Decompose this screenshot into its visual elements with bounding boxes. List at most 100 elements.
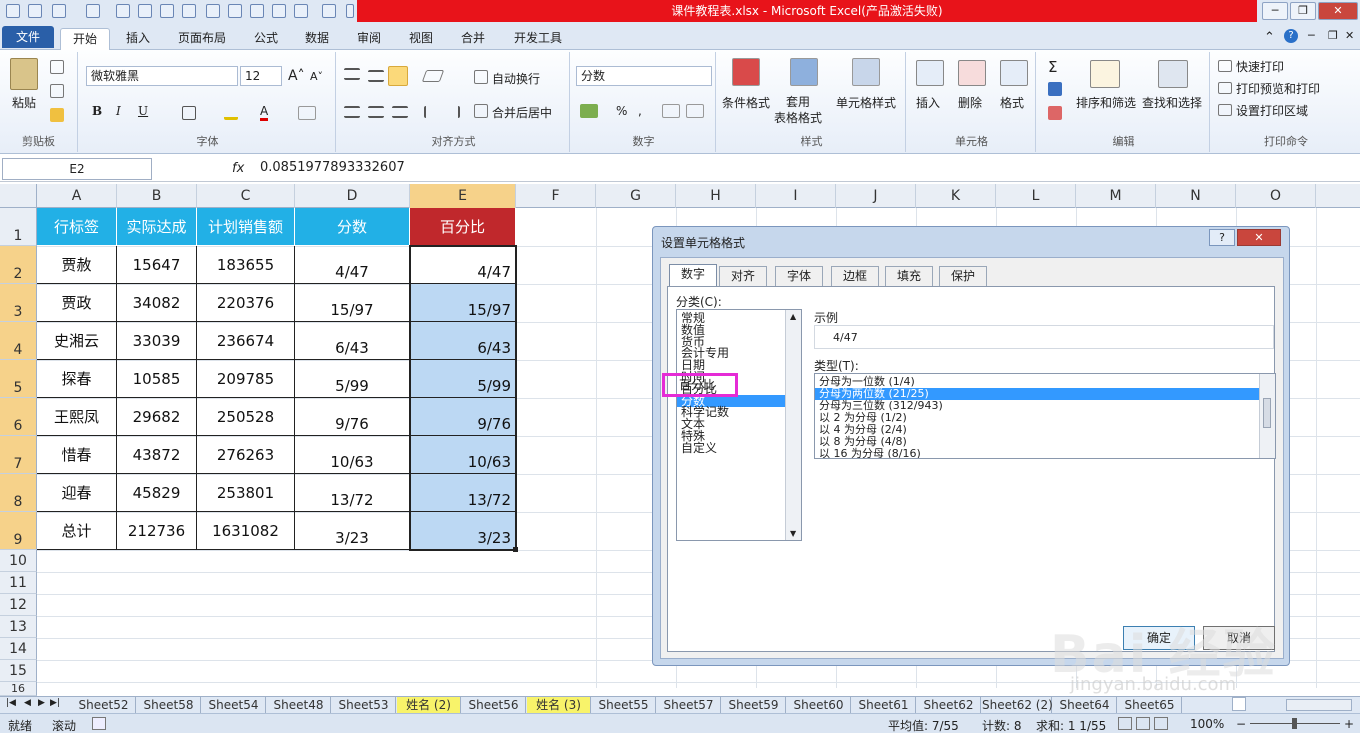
underline-button[interactable]: U — [138, 104, 148, 118]
category-item[interactable]: 自定义 — [681, 442, 717, 454]
first-sheet-icon[interactable]: |◀ — [6, 698, 16, 708]
zoom-level[interactable]: 100% — [1190, 717, 1224, 731]
zoom-thumb[interactable] — [1292, 718, 1297, 729]
table-cell[interactable]: 探春 — [37, 360, 117, 398]
col-header-b[interactable]: B — [117, 184, 197, 208]
maximize-button[interactable]: ❐ — [1290, 2, 1316, 20]
shrink-font-icon[interactable]: A˅ — [310, 70, 323, 83]
cell-styles-button[interactable]: 单元格样式 — [836, 94, 896, 111]
col-header-j[interactable]: J — [836, 184, 916, 208]
category-item[interactable]: 数值 — [681, 324, 705, 336]
sheet-tab[interactable]: Sheet48 — [267, 697, 331, 713]
header-cell-actual[interactable]: 实际达成 — [117, 208, 197, 246]
scroll-up-icon[interactable]: ▲ — [790, 312, 796, 321]
redo-icon[interactable] — [86, 4, 100, 18]
table-cell[interactable]: 6/43 — [295, 322, 410, 360]
table-cell[interactable]: 183655 — [197, 246, 295, 284]
category-list[interactable]: 常规 数值 货币 会计专用 日期 时间 百分比 分数 科学记数 文本 特殊 自定义 ▲ ▼ — [676, 309, 802, 541]
format-table-icon[interactable] — [790, 58, 818, 86]
tab-view[interactable]: 视图 — [401, 28, 441, 50]
paste-icon[interactable] — [10, 58, 38, 90]
table-cell[interactable]: 5/99 — [410, 360, 516, 398]
format-cells-icon[interactable] — [1000, 60, 1028, 86]
delete-cells-icon[interactable] — [958, 60, 986, 86]
row-header-11[interactable]: 11 — [0, 572, 37, 594]
macro-record-icon[interactable] — [92, 717, 106, 730]
table-cell[interactable]: 209785 — [197, 360, 295, 398]
autosum-icon[interactable]: Σ — [1048, 58, 1057, 76]
phonetic-icon[interactable] — [298, 106, 316, 120]
table-cell[interactable]: 212736 — [117, 512, 197, 550]
conditional-format-button[interactable]: 条件格式 — [722, 94, 770, 111]
grid-icon[interactable] — [322, 4, 336, 18]
paste-button[interactable]: 粘贴 — [12, 94, 36, 111]
table-icon[interactable] — [182, 4, 196, 18]
row-header-10[interactable]: 10 — [0, 550, 37, 572]
align-left-icon[interactable] — [344, 106, 360, 118]
table-cell[interactable]: 总计 — [37, 512, 117, 550]
table-cell[interactable]: 3/23 — [410, 512, 516, 550]
table-cell[interactable]: 10585 — [117, 360, 197, 398]
table-cell[interactable]: 253801 — [197, 474, 295, 512]
quick-print-icon[interactable] — [1218, 60, 1232, 72]
page-layout-icon[interactable] — [1136, 717, 1150, 730]
merge-icon[interactable] — [474, 104, 488, 118]
increase-decimal-icon[interactable] — [662, 104, 680, 118]
next-sheet-icon[interactable]: ▶ — [38, 698, 45, 708]
merge-center-button[interactable]: 合并后居中 — [492, 104, 552, 121]
decrease-indent-icon[interactable] — [424, 106, 438, 118]
dialog-tab-fill[interactable]: 填充 — [885, 266, 933, 286]
arrow-icon[interactable] — [250, 4, 264, 18]
prev-sheet-icon[interactable]: ◀ — [24, 698, 31, 708]
col-header-d[interactable]: D — [295, 184, 410, 208]
format-painter-icon[interactable] — [50, 108, 64, 122]
table-cell[interactable]: 贾赦 — [37, 246, 117, 284]
cell-styles-icon[interactable] — [852, 58, 880, 86]
col-header-n[interactable]: N — [1156, 184, 1236, 208]
help-icon[interactable]: ? — [1284, 29, 1298, 43]
row-header-5[interactable]: 5 — [0, 360, 37, 398]
wrap-text-button[interactable]: 自动换行 — [492, 70, 540, 87]
sheet-tab[interactable]: Sheet58 — [137, 697, 201, 713]
table-cell[interactable]: 3/23 — [295, 512, 410, 550]
last-sheet-icon[interactable]: ▶| — [50, 698, 60, 708]
sheet-tab[interactable]: Sheet56 — [462, 697, 526, 713]
sheet-tab[interactable]: 姓名 (2) — [397, 697, 461, 713]
sort-filter-button[interactable]: 排序和筛选 — [1076, 94, 1136, 111]
table-cell[interactable]: 10/63 — [410, 436, 516, 474]
type-list[interactable]: 分母为一位数 (1/4) 分母为两位数 (21/25) 分母为三位数 (312/94… — [814, 373, 1276, 459]
row-header-14[interactable]: 14 — [0, 638, 37, 660]
tab-file[interactable]: 文件 — [2, 26, 54, 48]
row-header-16[interactable]: 16 — [0, 682, 37, 696]
fill-icon[interactable] — [1048, 82, 1062, 96]
row-header-6[interactable]: 6 — [0, 398, 37, 436]
table-cell[interactable]: 1631082 — [197, 512, 295, 550]
dialog-help-button[interactable]: ? — [1209, 229, 1235, 246]
header-cell-plan[interactable]: 计划销售额 — [197, 208, 295, 246]
sort-filter-icon[interactable] — [1090, 60, 1120, 88]
type-scrollbar[interactable] — [1259, 374, 1275, 458]
border-icon[interactable] — [182, 106, 196, 120]
dialog-tab-alignment[interactable]: 对齐 — [719, 266, 767, 286]
wrap-text-icon[interactable] — [474, 70, 488, 84]
tab-data[interactable]: 数据 — [297, 28, 337, 50]
number-format-combo[interactable]: 分数 — [576, 66, 712, 86]
fill-handle[interactable] — [513, 547, 518, 552]
name-box[interactable]: E2 — [2, 158, 152, 180]
tab-merge[interactable]: 合并 — [453, 28, 493, 50]
align-right-icon[interactable] — [392, 106, 408, 118]
decrease-decimal-icon[interactable] — [686, 104, 704, 118]
row-header-2[interactable]: 2 — [0, 246, 37, 284]
category-item[interactable]: 百分比 — [681, 383, 717, 395]
sheet-tab[interactable]: Sheet62 — [917, 697, 981, 713]
formula-icon[interactable] — [206, 4, 220, 18]
dialog-tab-protection[interactable]: 保护 — [939, 266, 987, 286]
sheet-tab[interactable]: Sheet53 — [332, 697, 396, 713]
conditional-format-icon[interactable] — [732, 58, 760, 86]
col-header-a[interactable]: A — [37, 184, 117, 208]
sheet-tab[interactable]: Sheet54 — [202, 697, 266, 713]
table-cell[interactable]: 迎春 — [37, 474, 117, 512]
quick-print-button[interactable]: 快速打印 — [1236, 58, 1284, 75]
sheet-tab[interactable]: Sheet60 — [787, 697, 851, 713]
table-cell[interactable]: 220376 — [197, 284, 295, 322]
